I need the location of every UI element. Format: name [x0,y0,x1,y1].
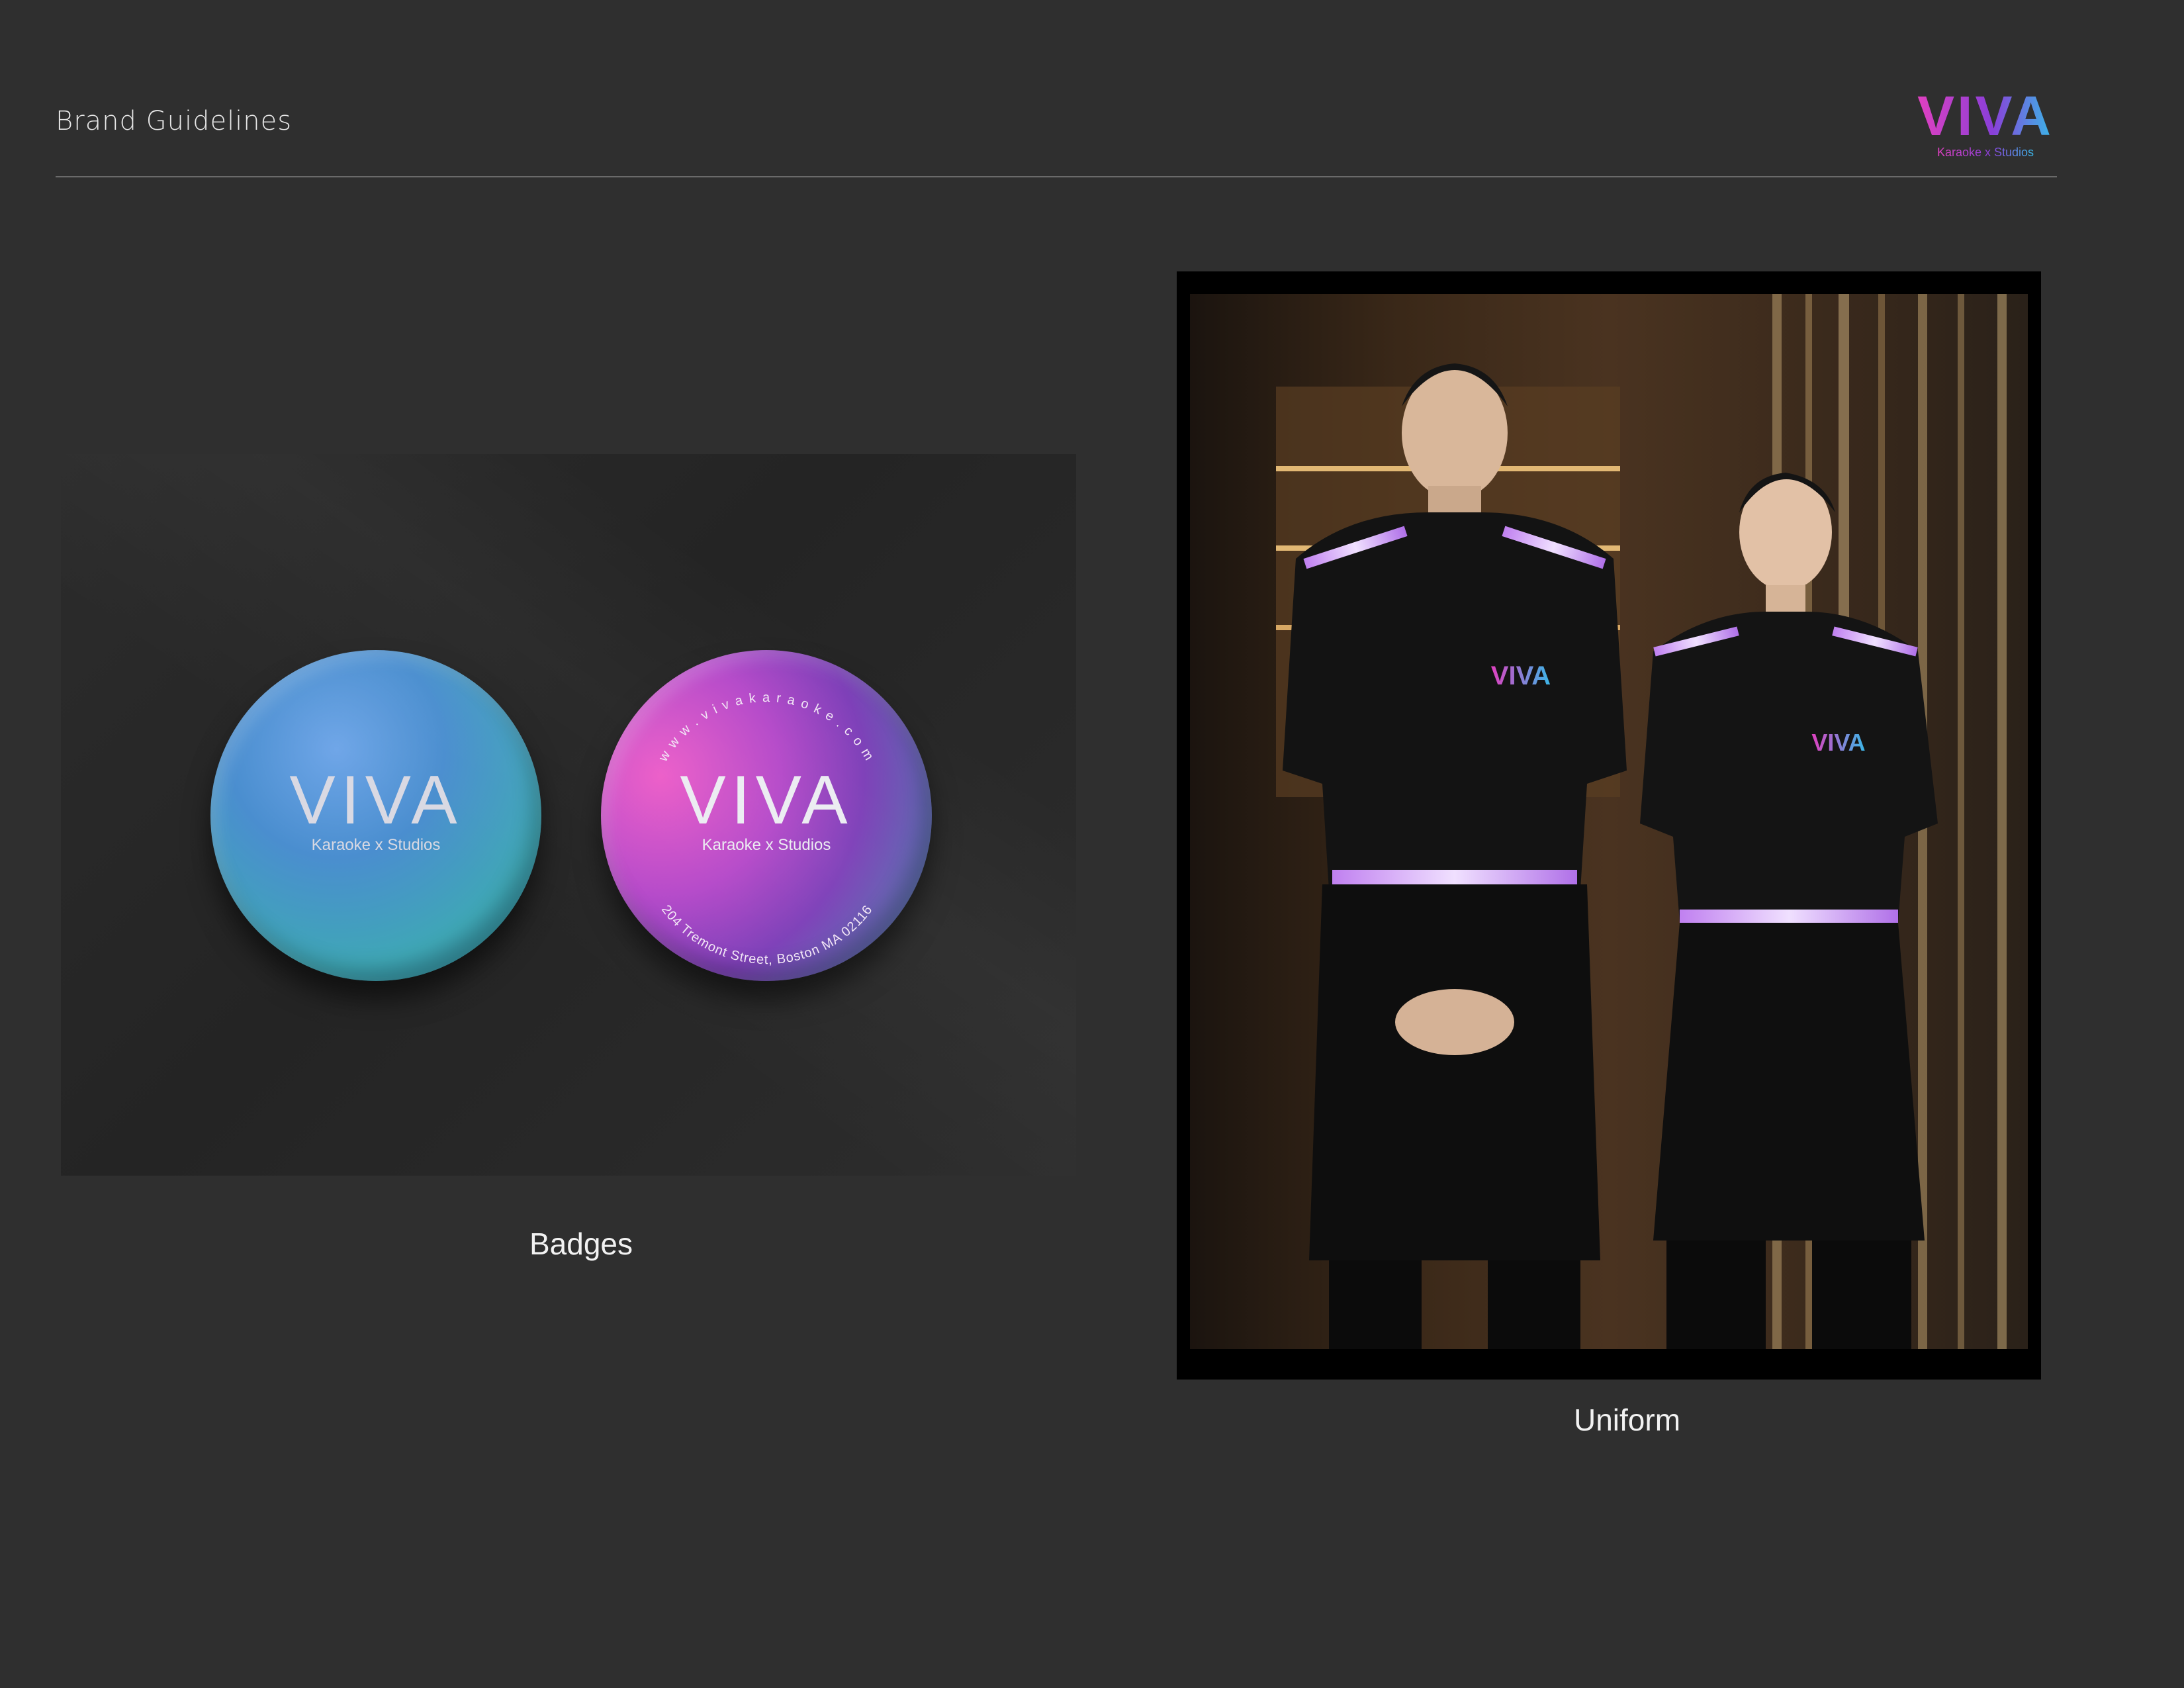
logo-wordmark: VIVA [1917,87,2054,147]
badge-tagline: Karaoke x Studios [312,836,441,854]
uniform-photo: VIVA VIVA [1190,294,2028,1349]
logo-tagline: Karaoke x Studios [1937,146,2034,159]
shirt-logo: VIVA [1811,729,1865,756]
badges-caption: Badges [529,1227,633,1261]
uniform-caption: Uniform [1574,1403,1681,1437]
badge-website: w w w . v i v a k a r a o k e . c o m [656,690,877,765]
badges-mockup: VIVA Karaoke x Studios w w w . v i v a k… [61,454,1076,1176]
page-title: Brand Guidelines [56,106,293,136]
brand-logo: VIVA Karaoke x Studios [1913,85,2058,162]
belt-stripe [1680,910,1898,923]
badge-tagline: Karaoke x Studios [702,836,831,854]
badge-pink: w w w . v i v a k a r a o k e . c o m VI… [601,650,932,981]
badge-wordmark: VIVA [680,762,852,839]
badge-address: 204 Tremont Street, Boston MA 02116 [659,902,876,967]
shirt-logo: VIVA [1491,661,1551,690]
header-divider [56,176,2057,177]
badge-blue: VIVA Karaoke x Studios [210,650,541,981]
badge-wordmark: VIVA [289,762,462,839]
belt-stripe [1332,870,1577,884]
